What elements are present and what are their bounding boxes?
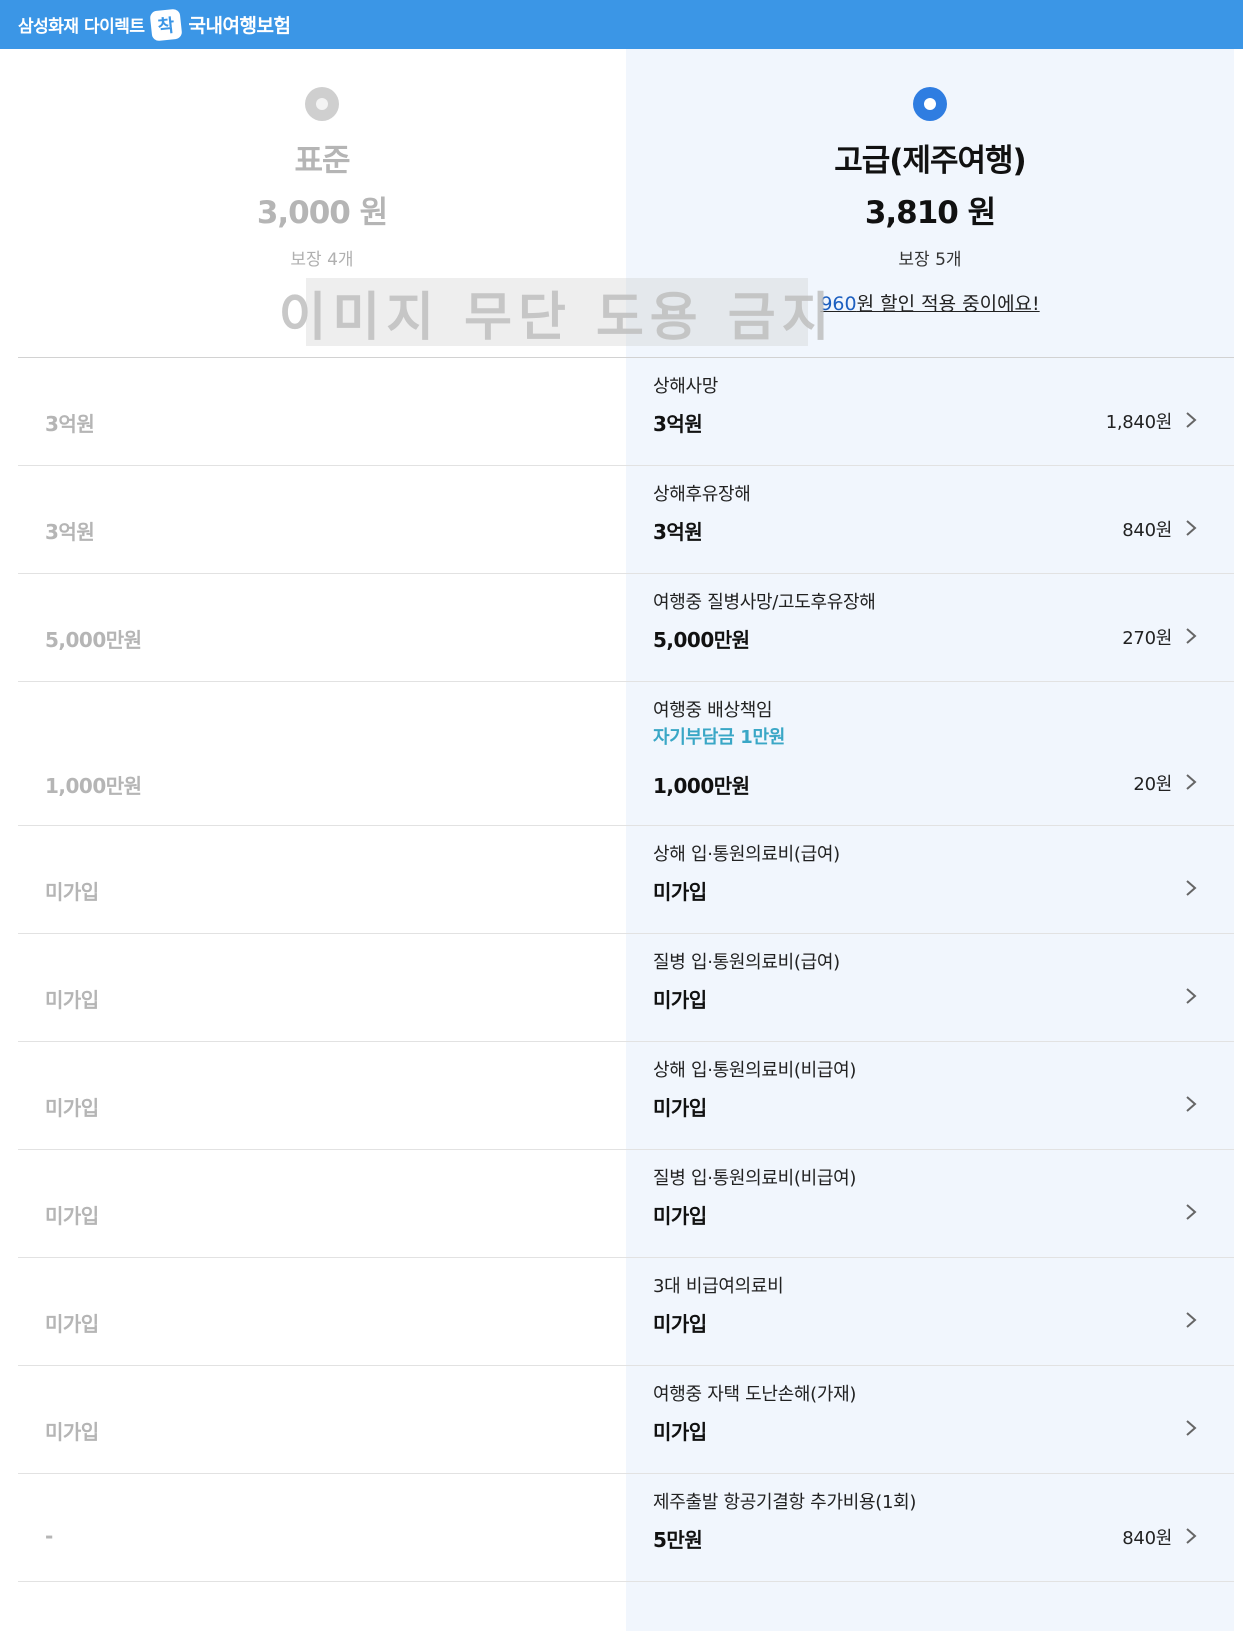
coverage-row[interactable]: 미가입 3대 비급여의료비미가입 [18,1258,1234,1366]
chevron-right-icon[interactable] [1180,1201,1202,1223]
discount-text: 원 할인 적용 중이에요! [856,293,1040,315]
standard-coverage-value: 3억원 [45,520,95,544]
standard-coverage-value: 미가입 [45,988,99,1012]
coverage-row[interactable]: 3억원 상해후유장해 3억원 840원 [18,466,1234,574]
brand-name: 삼성화재 다이렉트 [18,17,145,37]
premium-coverage-value: 미가입 [653,1204,707,1228]
coverage-premium: 1,840원 [1105,412,1173,433]
coverage-row[interactable]: 미가입 여행중 자택 도난손해(가재) 미가입 [18,1366,1234,1474]
chevron-right-icon[interactable] [1180,877,1202,899]
chevron-right-icon[interactable] [1180,517,1202,539]
coverage-label: 상해후유장해 [653,484,751,505]
chevron-right-icon[interactable] [1180,1417,1202,1439]
premium-coverage-value: 3억원 [653,520,703,544]
coverage-label: 질병 입·통원의료비(급여) [653,952,840,973]
coverage-premium: 270원 [1122,628,1172,649]
coverage-label: 상해사망 [653,376,719,397]
coverage-label: 질병 입·통원의료비(비급여) [653,1168,857,1189]
chevron-right-icon[interactable] [1180,625,1202,647]
premium-coverage-value: 5만원 [653,1528,703,1552]
coverage-label: 여행중 배상책임 [653,700,773,721]
coverage-premium: 840원 [1122,1528,1172,1549]
premium-coverage-value: 미가입 [653,1096,707,1120]
chevron-right-icon[interactable] [1180,985,1202,1007]
coverage-row[interactable]: 미가입 상해 입·통원의료비(비급여) 미가입 [18,1042,1234,1150]
coverage-label: 상해 입·통원의료비(급여) [653,844,840,865]
page-title: 국내여행보험 [188,15,291,37]
app-header: 삼성화재 다이렉트 착 국내여행보험 [0,0,1243,49]
premium-coverage-value: 미가입 [653,880,707,904]
chevron-right-icon[interactable] [1180,771,1202,793]
radio-selected-icon[interactable] [913,87,947,121]
premium-coverage-value: 3억원 [653,412,703,436]
standard-coverage-value: - [45,1524,53,1548]
coverage-row[interactable]: 미가입 상해 입·통원의료비(급여) 미가입 [18,826,1234,934]
standard-coverage-value: 미가입 [45,1420,99,1444]
chevron-right-icon[interactable] [1180,409,1202,431]
premium-coverage-value: 미가입 [653,1420,707,1444]
coverage-row[interactable]: 미가입 질병 입·통원의료비(급여) 미가입 [18,934,1234,1042]
standard-coverage-value: 3억원 [45,412,95,436]
plan-coverage-count: 보장 5개 [898,250,962,270]
coverage-row[interactable]: 1,000만원 여행중 배상책임자기부담금 1만원 1,000만원 20원 [18,682,1234,826]
standard-coverage-value: 미가입 [45,1312,99,1336]
premium-coverage-value: 미가입 [653,1312,707,1336]
chevron-right-icon[interactable] [1180,1309,1202,1331]
standard-coverage-value: 미가입 [45,880,99,904]
chevron-right-icon[interactable] [1180,1093,1202,1115]
coverage-premium: 840원 [1122,520,1172,541]
coverage-label: 여행중 질병사망/고도후유장해 [653,592,876,613]
premium-coverage-value: 1,000만원 [653,774,750,798]
premium-coverage-value: 5,000만원 [653,628,750,652]
coverage-row[interactable]: 3억원 상해사망 3억원 1,840원 [18,358,1234,466]
coverage-row[interactable]: 5,000만원 여행중 질병사망/고도후유장해 5,000만원 270원 [18,574,1234,682]
coverage-label: 3대 비급여의료비 [653,1276,784,1297]
watermark: 이미지 무단 도용 금지 [279,278,829,348]
plan-name: 표준 [294,143,350,179]
coverage-row[interactable]: 미가입 질병 입·통원의료비(비급여) 미가입 [18,1150,1234,1258]
standard-coverage-value: 5,000만원 [45,628,142,652]
plan-coverage-count: 보장 4개 [290,250,354,270]
plan-name: 고급(제주여행) [834,143,1026,179]
coverage-label: 제주출발 항공기결항 추가비용(1회) [653,1492,917,1513]
radio-unselected-icon[interactable] [305,87,339,121]
coverage-label: 상해 입·통원의료비(비급여) [653,1060,857,1081]
coverage-label: 여행중 자택 도난손해(가재) [653,1384,857,1405]
plan-price: 3,000 원 [256,195,388,231]
coverage-row[interactable]: - 제주출발 항공기결항 추가비용(1회) 5만원 840원 [18,1474,1234,1582]
chevron-right-icon[interactable] [1180,1525,1202,1547]
coverage-premium: 20원 [1133,774,1172,795]
plan-price: 3,810 원 [864,195,996,231]
premium-coverage-value: 미가입 [653,988,707,1012]
coverage-note: 자기부담금 1만원 [653,727,786,748]
standard-coverage-value: 1,000만원 [45,774,142,798]
standard-coverage-value: 미가입 [45,1096,99,1120]
standard-coverage-value: 미가입 [45,1204,99,1228]
brand-logo-icon: 착 [149,8,183,41]
